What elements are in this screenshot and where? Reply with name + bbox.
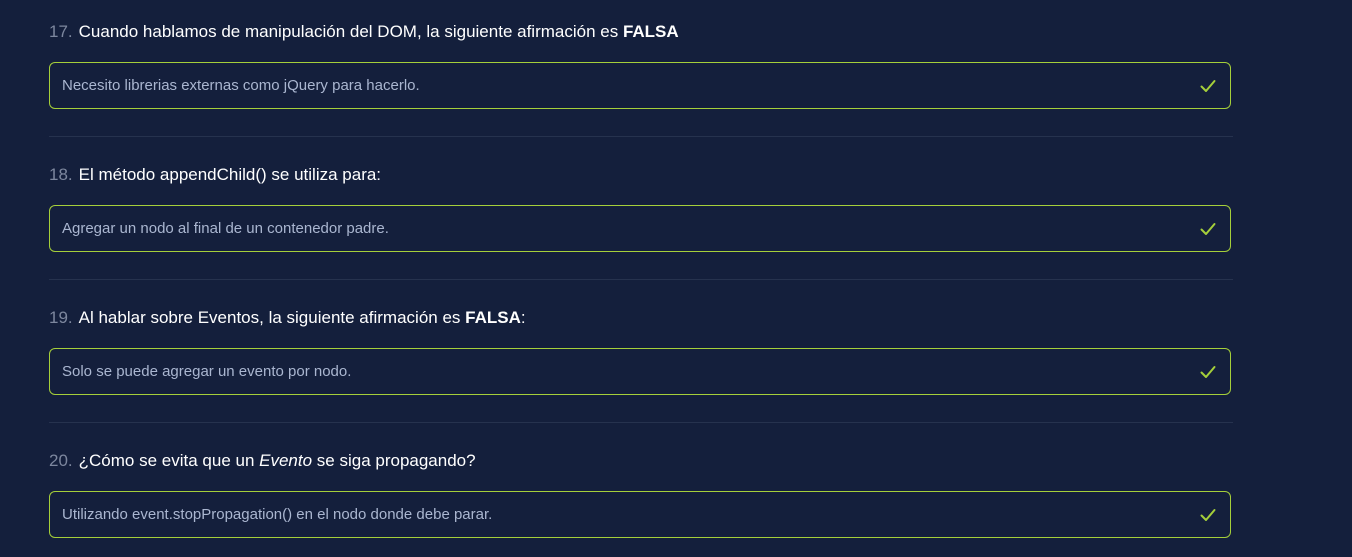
question-number: 19. <box>49 308 73 327</box>
selected-answer[interactable]: Agregar un nodo al final de un contenedo… <box>49 205 1231 252</box>
question-title: 17. Cuando hablamos de manipulación del D… <box>49 20 679 44</box>
answer-text: Utilizando event.stopPropagation() en el… <box>62 506 493 523</box>
answer-text: Solo se puede agregar un evento por nodo… <box>62 363 352 380</box>
answer-text: Agregar un nodo al final de un contenedo… <box>62 220 389 237</box>
check-icon <box>1200 508 1216 521</box>
question-text: Cuando hablamos de manipulación del DOM,… <box>78 22 623 41</box>
answer-text: Necesito librerias externas como jQuery … <box>62 77 420 94</box>
question-number: 17. <box>49 22 73 41</box>
selected-answer[interactable]: Necesito librerias externas como jQuery … <box>49 62 1231 109</box>
question-italic: Evento <box>259 451 313 470</box>
question-number: 18. <box>49 165 73 184</box>
question-text-suffix: : <box>520 308 526 327</box>
divider <box>49 279 1233 280</box>
question-text: El método appendChild() se utiliza para: <box>78 165 382 184</box>
question-emphasis: FALSA <box>465 308 521 327</box>
divider <box>49 136 1233 137</box>
divider <box>49 422 1233 423</box>
check-icon <box>1200 365 1216 378</box>
question-text: ¿Cómo se evita que un <box>78 451 260 470</box>
question-title: 18. El método appendChild() se utiliza pa… <box>49 163 381 187</box>
quiz-results: 17. Cuando hablamos de manipulación del D… <box>0 0 1352 557</box>
selected-answer[interactable]: Utilizando event.stopPropagation() en el… <box>49 491 1231 538</box>
question-title: 20. ¿Cómo se evita que un Evento se siga … <box>49 449 476 473</box>
question-text-suffix: se siga propagando? <box>312 451 476 470</box>
question-number: 20. <box>49 451 73 470</box>
check-icon <box>1200 79 1216 92</box>
question-emphasis: FALSA <box>622 22 679 41</box>
question-title: 19. Al hablar sobre Eventos, la siguiente… <box>49 306 526 330</box>
question-text: Al hablar sobre Eventos, la siguiente af… <box>78 308 466 327</box>
check-icon <box>1200 222 1216 235</box>
selected-answer[interactable]: Solo se puede agregar un evento por nodo… <box>49 348 1231 395</box>
